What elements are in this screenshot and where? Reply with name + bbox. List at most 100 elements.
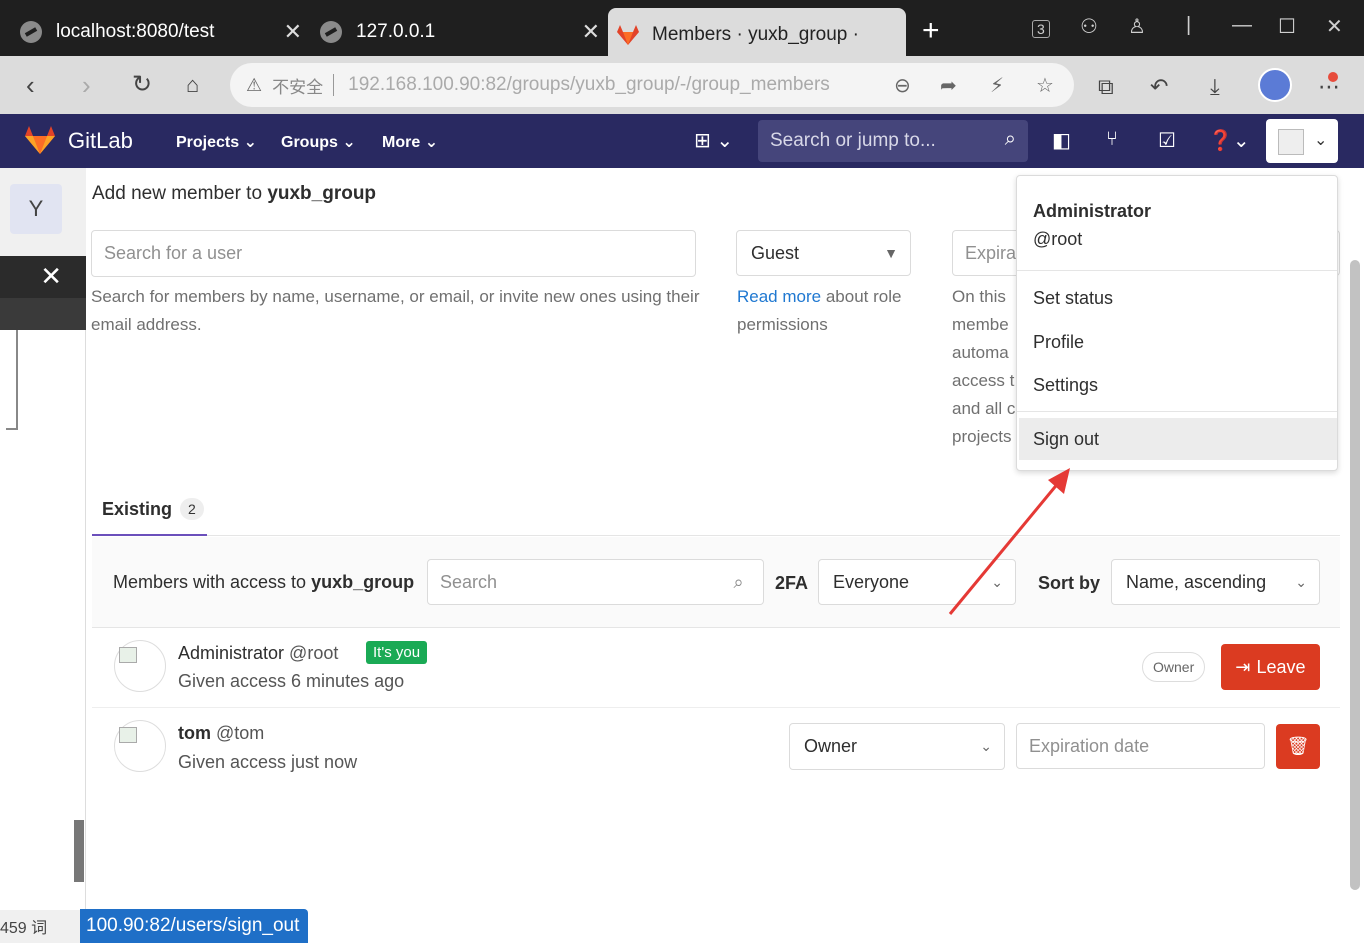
member-search-input[interactable]: Search xyxy=(427,559,715,605)
overlay-frame xyxy=(6,330,18,430)
nav-more[interactable]: More ⌄ xyxy=(382,132,438,152)
member-access-time: Given access 6 minutes ago xyxy=(178,671,405,691)
gitlab-logo-icon[interactable] xyxy=(24,125,56,155)
read-more-link[interactable]: Read more xyxy=(737,287,821,306)
minimize-icon[interactable]: — xyxy=(1232,14,1252,37)
member-display-name[interactable]: Administrator xyxy=(178,643,284,663)
download-icon[interactable]: ⤓ xyxy=(1210,74,1220,100)
lightning-icon[interactable]: ⚡ xyxy=(990,73,1004,98)
tab-title: Members · yuxb_group · xyxy=(652,24,859,45)
group-avatar[interactable]: Y xyxy=(10,184,62,234)
tab-title: 127.0.0.1 xyxy=(356,21,436,42)
incognito-icon[interactable]: ⚇ xyxy=(1080,14,1098,39)
user-menu-button[interactable]: ⌄ xyxy=(1266,119,1338,163)
user-avatar xyxy=(1278,129,1304,155)
browser-tab-localhost[interactable]: localhost:8080/test ✕ xyxy=(20,8,310,56)
its-you-badge: It's you xyxy=(366,641,428,664)
leave-button[interactable]: ⇥ Leave xyxy=(1221,644,1320,690)
tab-count-icon[interactable]: 3 xyxy=(1032,20,1050,38)
member-avatar xyxy=(114,720,166,772)
back-icon[interactable]: ‹ xyxy=(26,70,35,101)
share-icon[interactable]: ➦ xyxy=(940,73,957,98)
help-icon[interactable]: ❓⌄ xyxy=(1208,128,1250,153)
chevron-down-icon: ⌄ xyxy=(980,738,992,754)
page-scrollbar[interactable] xyxy=(1350,260,1360,890)
divider xyxy=(1017,411,1337,412)
add-member-title: Add new member to yuxb_group xyxy=(92,183,376,205)
member-count-badge: 2 xyxy=(180,498,204,520)
member-role-select[interactable]: Owner ⌄ xyxy=(789,723,1005,770)
gitlab-favicon-icon xyxy=(617,25,639,45)
nav-groups[interactable]: Groups ⌄ xyxy=(281,132,356,152)
zoom-icon[interactable]: ⊖ xyxy=(894,73,911,98)
gitlab-brand[interactable]: GitLab xyxy=(68,128,133,154)
member-search-placeholder: Search xyxy=(440,571,498,592)
reload-icon[interactable]: ↻ xyxy=(132,70,152,99)
menu-item-settings[interactable]: Settings xyxy=(1033,375,1098,396)
group-name: yuxb_group xyxy=(267,183,377,204)
menu-item-profile[interactable]: Profile xyxy=(1033,332,1084,353)
annotation-arrow-icon xyxy=(948,468,1070,615)
home-icon[interactable]: ⌂ xyxy=(186,72,199,98)
member-expiration-input[interactable]: Expiration date xyxy=(1016,723,1265,769)
new-tab-icon[interactable]: + xyxy=(922,14,940,48)
member-name: tom @tom xyxy=(178,723,264,744)
group-name: yuxb_group xyxy=(311,572,415,592)
user-search-input[interactable]: Search for a user xyxy=(91,230,696,277)
expiration-help-line: and all c xyxy=(952,399,1016,418)
member-username: @tom xyxy=(216,723,265,743)
undo-icon[interactable]: ↶ xyxy=(1150,74,1168,100)
profile-avatar-icon[interactable] xyxy=(1258,68,1292,102)
nav-more-label: More xyxy=(382,134,421,151)
browser-tab-members[interactable]: Members · yuxb_group · xyxy=(608,8,906,62)
new-item-plus-icon[interactable]: ⊞ ⌄ xyxy=(694,128,733,153)
nav-projects-label: Projects xyxy=(176,134,240,151)
browser-tabstrip: localhost:8080/test ✕ 127.0.0.1 ✕ Member… xyxy=(0,0,1364,62)
member-search-button[interactable]: ⌕ xyxy=(714,559,764,605)
chevron-down-icon: ⌄ xyxy=(424,134,439,151)
add-member-title-prefix: Add new member to xyxy=(92,183,263,204)
close-tab-icon[interactable]: ✕ xyxy=(582,19,600,45)
menu-item-sign-out[interactable]: Sign out xyxy=(1019,418,1337,460)
merge-requests-icon[interactable]: ⑂ xyxy=(1106,128,1118,151)
divider xyxy=(333,74,335,96)
maximize-icon[interactable]: ☐ xyxy=(1278,14,1296,39)
nav-projects[interactable]: Projects ⌄ xyxy=(176,132,257,152)
user-search-help: Search for members by name, username, or… xyxy=(91,287,700,334)
members-filter-label: Members with access to yuxb_group xyxy=(113,572,414,593)
close-icon[interactable]: ✕ xyxy=(40,261,62,292)
issues-icon[interactable]: ◧ xyxy=(1052,128,1071,153)
dropdown-user-handle[interactable]: @root xyxy=(1033,229,1082,250)
role-value: Guest xyxy=(751,242,800,263)
close-window-icon[interactable]: ✕ xyxy=(1326,14,1343,39)
chevron-down-icon: ⌄ xyxy=(342,134,356,151)
shirt-icon[interactable]: ♙ xyxy=(1128,14,1146,39)
todos-icon[interactable]: ☑ xyxy=(1158,128,1176,153)
member-name: Administrator @root xyxy=(178,643,338,664)
divider-icon: | xyxy=(1186,14,1192,36)
global-search-input[interactable]: Search or jump to... ⌕ xyxy=(758,120,1028,162)
member-access-time: Given access just now xyxy=(178,752,358,772)
member-row: Administrator @root It's you Given acces… xyxy=(92,628,1340,708)
overlay-scrollbar[interactable] xyxy=(74,820,84,882)
dropdown-user-name[interactable]: Administrator xyxy=(1033,201,1151,222)
expiration-help-line: automa xyxy=(952,343,1009,362)
forward-icon[interactable]: › xyxy=(82,70,91,101)
sort-select[interactable]: Name, ascending ⌄ xyxy=(1111,559,1320,605)
close-tab-icon[interactable]: ✕ xyxy=(284,19,302,45)
url-text[interactable]: 192.168.100.90:82/groups/yuxb_group/-/gr… xyxy=(348,74,830,96)
tab-existing[interactable]: Existing 2 xyxy=(92,484,207,536)
role-select[interactable]: Guest ▼ xyxy=(736,230,911,276)
remove-member-button[interactable]: 🗑 xyxy=(1276,724,1320,769)
chevron-down-icon: ▼ xyxy=(884,245,898,261)
address-bar[interactable]: ⚠ 不安全 192.168.100.90:82/groups/yuxb_grou… xyxy=(230,63,1074,107)
member-display-name[interactable]: tom xyxy=(178,723,211,743)
extensions-icon[interactable]: ⧉ xyxy=(1098,74,1114,100)
user-search-placeholder: Search for a user xyxy=(104,243,243,263)
gitlab-navbar: GitLab Projects ⌄ Groups ⌄ More ⌄ ⊞ ⌄ Se… xyxy=(0,114,1364,168)
menu-item-set-status[interactable]: Set status xyxy=(1033,288,1113,309)
browser-tab-127[interactable]: 127.0.0.1 ✕ xyxy=(320,8,608,56)
user-dropdown-menu: Administrator @root Set status Profile S… xyxy=(1016,175,1338,471)
member-row: tom @tom Given access just now Owner ⌄ E… xyxy=(92,708,1340,788)
bookmark-star-icon[interactable]: ☆ xyxy=(1036,73,1054,98)
